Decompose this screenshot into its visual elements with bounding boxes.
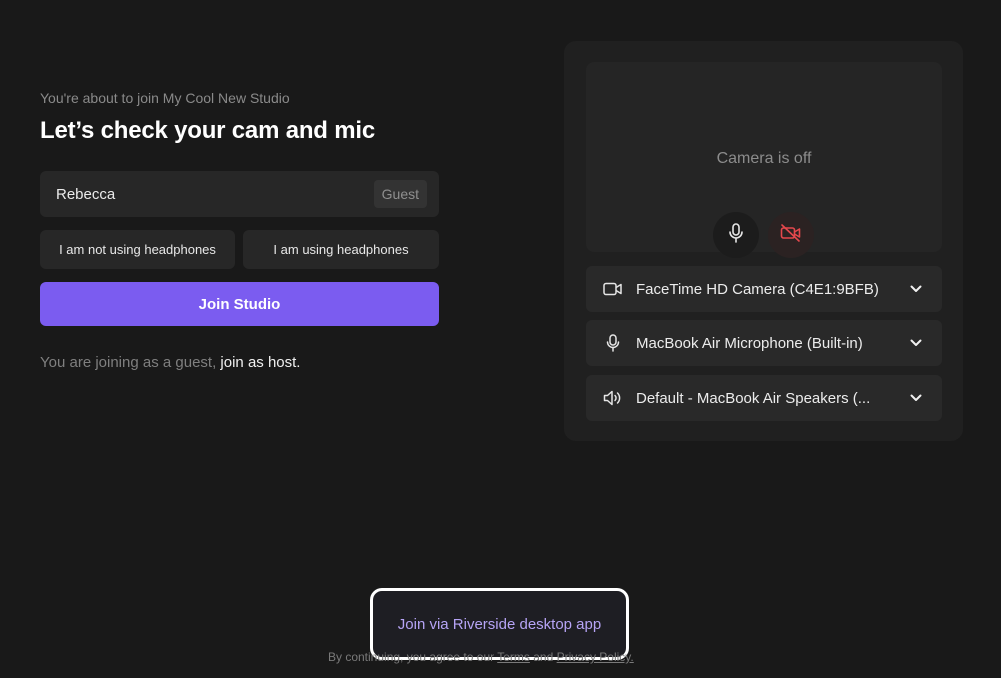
camera-select-label: FaceTime HD Camera (C4E1:9BFB) <box>636 280 879 298</box>
speaker-select[interactable]: Default - MacBook Air Speakers (... <box>586 375 942 421</box>
terms-link[interactable]: Terms <box>497 650 530 664</box>
headphones-options: I am not using headphones I am using hea… <box>40 230 439 269</box>
speaker-icon <box>602 390 624 406</box>
chevron-down-icon <box>908 394 924 402</box>
guest-badge: Guest <box>373 180 427 208</box>
video-camera-icon <box>602 282 624 296</box>
microphone-select[interactable]: MacBook Air Microphone (Built-in) <box>586 320 942 366</box>
microphone-icon <box>602 334 624 352</box>
microphone-select-label: MacBook Air Microphone (Built-in) <box>636 334 863 352</box>
join-as-host-link[interactable]: join as host. <box>220 354 300 371</box>
camera-preview: Camera is off <box>586 62 942 258</box>
camera-select[interactable]: FaceTime HD Camera (C4E1:9BFB) <box>586 266 942 312</box>
microphone-icon <box>728 222 744 248</box>
not-using-headphones-button[interactable]: I am not using headphones <box>40 230 235 269</box>
camera-status: Camera is off <box>716 150 812 167</box>
terms-prefix: By continuing, you agree to our <box>328 650 495 664</box>
join-desktop-app-label: Join via Riverside desktop app <box>397 615 602 633</box>
terms-and: and <box>533 650 554 664</box>
guest-notice-text: You are joining as a guest, <box>40 354 217 371</box>
join-studio-button[interactable]: Join Studio <box>40 282 439 326</box>
studio-subtitle: You're about to join My Cool New Studio <box>40 90 290 106</box>
camera-off-icon <box>780 223 802 247</box>
chevron-down-icon <box>908 339 924 347</box>
name-input[interactable] <box>56 185 336 203</box>
name-field[interactable]: Guest <box>40 171 439 217</box>
guest-notice: You are joining as a guest, join as host… <box>40 354 439 371</box>
privacy-policy-link[interactable]: Privacy Policy. <box>557 650 634 664</box>
join-form: You're about to join My Cool New Studio … <box>40 88 439 371</box>
speaker-select-label: Default - MacBook Air Speakers (... <box>636 389 871 407</box>
terms-notice: By continuing, you agree to our Terms an… <box>328 650 634 664</box>
camera-toggle-button[interactable] <box>768 212 814 258</box>
device-panel: Camera is off FaceTime HD Camera (C4E1:9… <box>564 41 963 441</box>
using-headphones-button[interactable]: I am using headphones <box>243 230 439 269</box>
page-title: Let’s check your cam and mic <box>40 117 375 144</box>
mic-toggle-button[interactable] <box>713 212 759 258</box>
chevron-down-icon <box>908 285 924 293</box>
